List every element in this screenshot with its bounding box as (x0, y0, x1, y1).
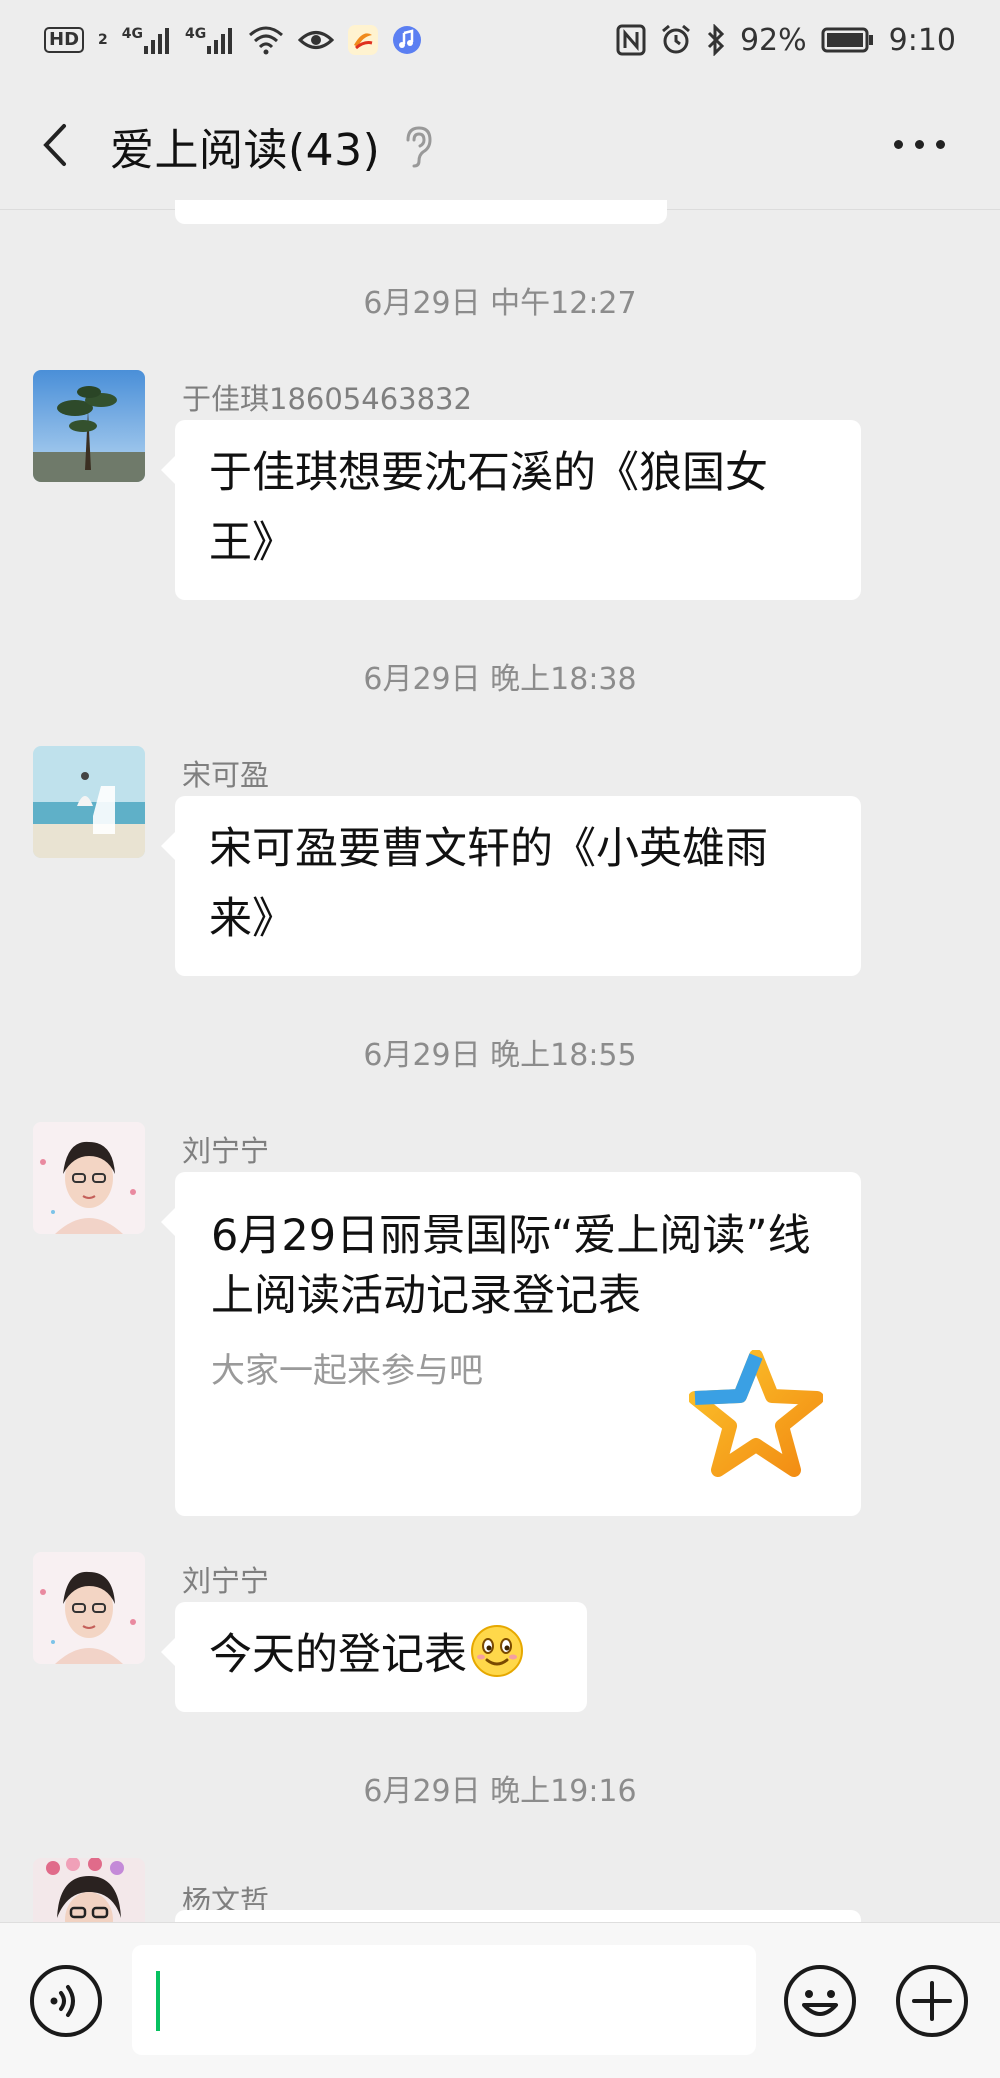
bluetooth-icon (707, 24, 725, 56)
avatar[interactable] (33, 1122, 145, 1234)
card-title: 6月29日丽景国际“爱上阅读”线上阅读活动记录登记表 (211, 1211, 811, 1321)
message-input[interactable] (132, 1945, 756, 2055)
timestamp: 6月29日 晚上19:16 (363, 1774, 637, 1809)
avatar[interactable] (33, 1552, 145, 1664)
sender-name: 宋可盈 (182, 758, 270, 792)
timestamp: 6月29日 晚上18:38 (363, 662, 637, 697)
message-bubble[interactable]: 于佳琪想要沈石溪的《狼国女王》 (161, 420, 861, 600)
hd-icon: HD (44, 27, 85, 53)
status-left: HD 2 4G 4G (44, 25, 422, 55)
sender-name: 于佳琪18605463832 (182, 382, 472, 416)
avatar[interactable] (33, 746, 145, 858)
status-right: 92% 9:10 (616, 23, 956, 58)
star-icon (689, 1350, 823, 1477)
ear-icon[interactable] (400, 124, 436, 168)
message-bubble[interactable]: 今天的登记表 (161, 1602, 587, 1712)
wifi-icon (249, 26, 284, 55)
alarm-icon (661, 24, 690, 54)
message-bubble[interactable]: 宋可盈要曹文轩的《小英雄雨来》 (161, 796, 861, 976)
hd-sub: 2 (98, 32, 108, 48)
net-label-1: 4G (121, 26, 143, 42)
signal-icon-2: 4G (185, 26, 234, 54)
music-app-icon (393, 26, 422, 54)
timestamp: 6月29日 中午12:27 (363, 286, 637, 321)
text-caret (156, 1971, 160, 2031)
avatar[interactable] (33, 1858, 145, 1922)
hd-label: HD (49, 29, 80, 50)
previous-message-bubble[interactable] (175, 200, 667, 224)
message-text: 今天的登记表 (209, 1630, 467, 1680)
clock: 9:10 (888, 22, 956, 58)
chat-header: 爱上阅读(43) (0, 80, 1000, 210)
smile-emoji-icon (471, 1625, 523, 1677)
eye-icon (298, 31, 335, 49)
chat-title: 爱上阅读(43) (110, 125, 381, 176)
voice-icon[interactable] (28, 1963, 104, 2039)
battery-icon (821, 27, 873, 53)
avatar[interactable] (33, 370, 145, 482)
message-bubble-partial[interactable] (175, 1910, 861, 1922)
sender-name: 刘宁宁 (182, 1134, 270, 1168)
app-notification-icon (348, 25, 379, 55)
net-label-2: 4G (185, 26, 207, 42)
signal-icon: 4G (122, 26, 171, 54)
message-text: 于佳琪想要沈石溪的《狼国女王》 (209, 448, 768, 568)
emoji-icon[interactable] (782, 1963, 858, 2039)
sender-name: 刘宁宁 (182, 1564, 270, 1598)
more-icon[interactable] (894, 132, 950, 156)
plus-icon[interactable] (894, 1963, 970, 2039)
timestamp: 6月29日 晚上18:55 (363, 1038, 637, 1073)
link-card[interactable]: 6月29日丽景国际“爱上阅读”线上阅读活动记录登记表 大家一起来参与吧 (161, 1172, 861, 1516)
battery-percent: 92% (739, 22, 807, 58)
status-bar: HD 2 4G 4G 92% 9:10 (0, 0, 1000, 80)
back-arrow-icon[interactable] (36, 120, 76, 170)
message-text: 宋可盈要曹文轩的《小英雄雨来》 (209, 824, 768, 944)
input-bar (0, 1922, 1000, 2078)
nfc-icon (616, 24, 646, 56)
